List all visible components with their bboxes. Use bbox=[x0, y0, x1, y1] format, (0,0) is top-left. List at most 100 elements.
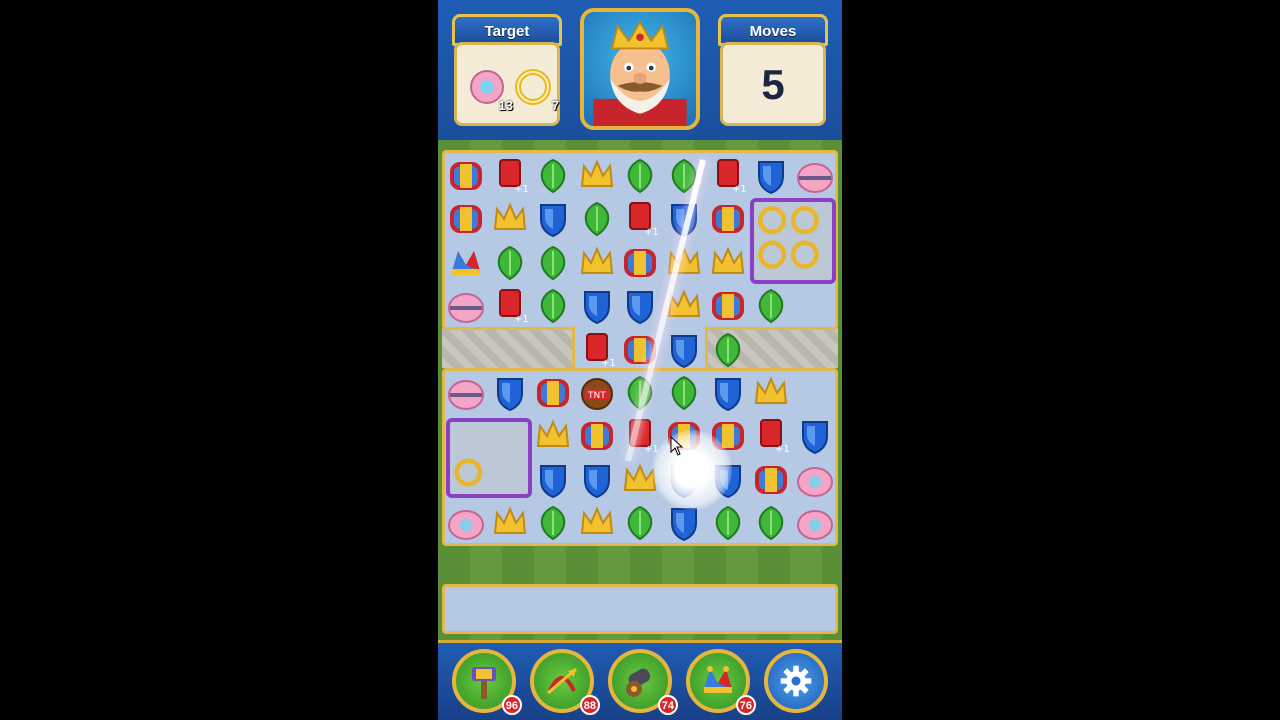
gold-ring-icon bbox=[515, 69, 551, 105]
arrow-booster-button[interactable]: 88 bbox=[530, 649, 600, 715]
pearl-shell-tile-icon bbox=[448, 510, 484, 541]
svg-text:+1: +1 bbox=[644, 227, 659, 238]
red-potion-tile-icon: +1 bbox=[585, 332, 616, 369]
board-tile[interactable] bbox=[618, 154, 662, 198]
settings-button[interactable] bbox=[764, 649, 828, 713]
board-tile[interactable] bbox=[793, 501, 837, 545]
crown-tile-icon bbox=[580, 246, 613, 274]
hammer-icon bbox=[472, 667, 496, 699]
board-tile[interactable] bbox=[531, 154, 575, 198]
board-tile[interactable]: +1 bbox=[575, 328, 619, 372]
book-tile-icon bbox=[624, 248, 657, 277]
board-tile[interactable] bbox=[531, 371, 575, 415]
board-tile[interactable] bbox=[706, 241, 750, 285]
board-tile[interactable] bbox=[531, 414, 575, 458]
board-tile[interactable] bbox=[531, 284, 575, 328]
shield-tile-icon bbox=[671, 334, 697, 368]
crown-tile-icon bbox=[493, 202, 526, 231]
moves-box: 5 bbox=[720, 42, 826, 126]
cannon-booster-button[interactable]: 74 bbox=[608, 649, 678, 715]
board-tile[interactable] bbox=[444, 197, 488, 241]
board-tile[interactable] bbox=[444, 371, 488, 415]
board-tile[interactable]: +1 bbox=[488, 284, 532, 328]
board-tile[interactable] bbox=[531, 241, 575, 285]
crown-tile-icon bbox=[537, 419, 570, 448]
board-tile[interactable] bbox=[749, 154, 793, 198]
board-tile[interactable] bbox=[749, 284, 793, 328]
board-tile[interactable] bbox=[488, 197, 532, 241]
red-potion-tile-icon: +1 bbox=[498, 289, 528, 325]
mouse-cursor-icon bbox=[670, 436, 684, 456]
board-tile[interactable] bbox=[531, 501, 575, 545]
tnt-tile-icon: TNT bbox=[580, 378, 613, 410]
board-tile[interactable] bbox=[444, 241, 488, 285]
board-tile[interactable]: +1 bbox=[706, 154, 750, 198]
shield-tile-icon bbox=[496, 378, 523, 412]
board-tile[interactable] bbox=[749, 371, 793, 415]
shield-tile-icon bbox=[540, 464, 567, 498]
svg-text:+1: +1 bbox=[775, 444, 790, 455]
arrow-icon bbox=[547, 667, 577, 695]
moves-panel: Moves 5 bbox=[714, 10, 832, 130]
board-tile[interactable] bbox=[662, 371, 706, 415]
board-tile[interactable] bbox=[575, 284, 619, 328]
board-tile[interactable] bbox=[706, 328, 750, 372]
shield-tile-icon bbox=[583, 464, 610, 498]
board-tile[interactable] bbox=[749, 458, 793, 502]
board-tile[interactable] bbox=[444, 154, 488, 198]
top-bar: Target 13 7 Moves 5 bbox=[438, 0, 842, 144]
king-portrait-icon bbox=[593, 20, 687, 126]
empty-shell-tile-icon bbox=[448, 293, 484, 324]
book-tile-icon bbox=[580, 422, 613, 451]
board-tile[interactable] bbox=[575, 501, 619, 545]
board-tile[interactable] bbox=[618, 241, 662, 285]
crown-tile-icon bbox=[580, 159, 613, 187]
board-tile[interactable] bbox=[488, 241, 532, 285]
arrow-count-badge: 88 bbox=[579, 695, 600, 715]
book-tile-icon bbox=[711, 292, 744, 321]
board-tile[interactable] bbox=[531, 458, 575, 502]
board-tile[interactable] bbox=[618, 284, 662, 328]
leaf-tile-icon bbox=[715, 506, 740, 541]
board-tile[interactable] bbox=[488, 501, 532, 545]
board-tile[interactable] bbox=[575, 154, 619, 198]
shield-tile-icon bbox=[714, 378, 741, 412]
board-tile[interactable] bbox=[793, 154, 837, 198]
board-tile[interactable] bbox=[706, 501, 750, 545]
board-tile[interactable] bbox=[749, 501, 793, 545]
board-tile[interactable]: TNT bbox=[575, 371, 619, 415]
target-panel: Target 13 7 bbox=[448, 10, 566, 130]
board-tile[interactable] bbox=[444, 501, 488, 545]
board-tile[interactable] bbox=[575, 241, 619, 285]
leaf-tile-icon bbox=[540, 245, 566, 280]
target-shell-count: 13 bbox=[498, 98, 513, 113]
board-tile[interactable] bbox=[706, 371, 750, 415]
board-tile[interactable]: +1 bbox=[749, 414, 793, 458]
board-tile[interactable]: +1 bbox=[618, 197, 662, 241]
board-tile[interactable] bbox=[575, 414, 619, 458]
board-tile[interactable] bbox=[488, 371, 532, 415]
shield-tile-icon bbox=[583, 291, 610, 325]
board-tile[interactable] bbox=[575, 458, 619, 502]
board-tile[interactable] bbox=[444, 284, 488, 328]
booster-bar: 96 88 74 76 bbox=[438, 640, 842, 720]
jester-booster-button[interactable]: 76 bbox=[686, 649, 756, 715]
pearl-shell-tile-icon bbox=[796, 466, 833, 497]
crown-tile-icon bbox=[493, 506, 526, 535]
board-tile[interactable] bbox=[575, 197, 619, 241]
board-tile[interactable] bbox=[618, 501, 662, 545]
board-tile[interactable] bbox=[793, 414, 837, 458]
leaf-tile-icon bbox=[758, 289, 784, 324]
hammer-booster-button[interactable]: 96 bbox=[452, 649, 522, 715]
cannon-count-badge: 74 bbox=[657, 695, 678, 715]
jester-count-badge: 76 bbox=[735, 695, 756, 715]
book-tile-icon bbox=[450, 205, 482, 234]
board-tile[interactable] bbox=[531, 197, 575, 241]
leaf-tile-icon bbox=[628, 158, 653, 194]
board-tile[interactable]: +1 bbox=[488, 154, 532, 198]
book-tile-icon bbox=[537, 379, 570, 407]
board-tile[interactable] bbox=[706, 197, 750, 241]
board-tile[interactable] bbox=[793, 458, 837, 502]
board-tile[interactable] bbox=[662, 328, 706, 372]
board-tile[interactable] bbox=[706, 284, 750, 328]
